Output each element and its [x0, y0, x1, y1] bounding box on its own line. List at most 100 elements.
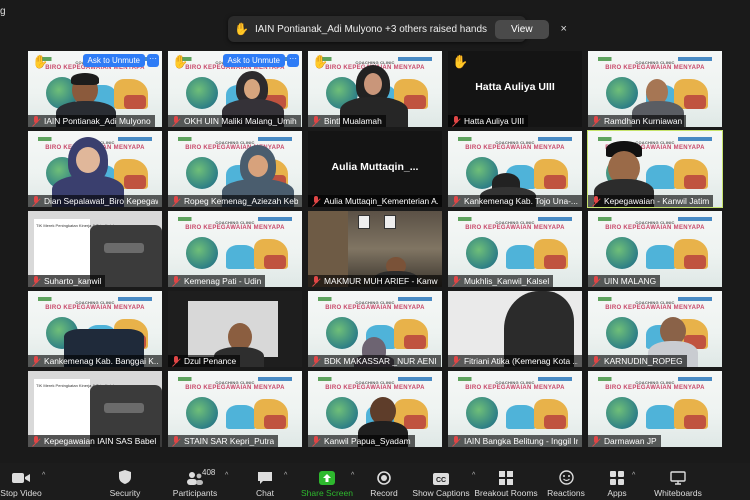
video-options-caret[interactable]: ^	[42, 472, 45, 479]
ask-to-unmute-button[interactable]: Ask to Unmute	[222, 54, 285, 67]
mic-muted-icon	[452, 276, 461, 286]
participants-count: 408	[202, 468, 216, 477]
security-button[interactable]: Security	[100, 463, 150, 500]
video-tile[interactable]: COACHING CLINICBIRO KEPEGAWAIAN MENYAPA …	[588, 51, 722, 127]
participant-name-bar: Kankemenag Kab. Tojo Una-...	[448, 195, 582, 207]
mic-muted-icon	[312, 356, 321, 366]
raised-hands-banner: ✋ IAIN Pontianak_Adi Mulyono +3 others r…	[228, 16, 567, 42]
record-icon	[377, 471, 391, 485]
video-tile[interactable]: Aulia Muttaqin_... Aulia Muttaqin_Kement…	[308, 131, 442, 207]
video-tile[interactable]: TIK Merek Peningkatan Kinerja & Tata Kel…	[28, 371, 162, 447]
corner-label: g	[0, 6, 6, 17]
share-options-caret[interactable]: ^	[351, 472, 354, 479]
video-tile[interactable]: COACHING CLINICBIRO KEPEGAWAIAN MENYAPA …	[308, 291, 442, 367]
participant-big-name: Hatta Auliya UIII	[475, 81, 555, 93]
participant-name-bar: Dian Sepalawati_Biro Kepegawai...	[28, 195, 162, 207]
mic-muted-icon	[592, 116, 601, 126]
video-tile[interactable]: COACHING CLINICBIRO KEPEGAWAIAN MENYAPA …	[28, 131, 162, 207]
video-tile[interactable]: COACHING CLINICBIRO KEPEGAWAIAN MENYAPA …	[168, 371, 302, 447]
participant-name-bar: Mukhlis_Kanwil_Kalsel	[448, 275, 554, 287]
mic-muted-icon	[32, 116, 41, 126]
video-tile[interactable]: Hatta Auliya UIII ✋ Hatta Auliya UIII	[448, 51, 582, 127]
shield-icon	[119, 470, 131, 484]
participant-name-bar: Ramdhan Kurniawan	[588, 115, 687, 127]
video-tile[interactable]: COACHING CLINICBIRO KEPEGAWAIAN MENYAPA …	[588, 291, 722, 367]
video-camera-icon	[12, 473, 30, 483]
mic-muted-icon	[32, 356, 41, 366]
video-tile[interactable]: Fitriani Atika (Kemenag Kota ...	[448, 291, 582, 367]
breakout-rooms-icon	[499, 471, 513, 485]
reactions-button[interactable]: Reactions	[545, 463, 587, 500]
mic-muted-icon	[452, 196, 461, 206]
participants-button[interactable]: 408 Participants	[167, 463, 223, 500]
apps-options-caret[interactable]: ^	[632, 472, 635, 479]
video-tile[interactable]: COACHING CLINICBIRO KEPEGAWAIAN MENYAPA …	[28, 291, 162, 367]
stop-video-button[interactable]: Stop Video	[0, 463, 42, 500]
chat-options-caret[interactable]: ^	[284, 472, 287, 479]
mic-muted-icon	[592, 196, 601, 206]
mic-muted-icon	[32, 196, 41, 206]
mic-muted-icon	[172, 356, 181, 366]
raised-hand-icon: ✋	[312, 54, 329, 69]
video-tile[interactable]: COACHING CLINICBIRO KEPEGAWAIAN MENYAPA …	[308, 51, 442, 127]
video-tile-active-speaker[interactable]: COACHING CLINIC BIRO KEPEGAWAIAN MENYAPA …	[587, 130, 723, 208]
participant-name-bar: Kepegawaian - Kanwil Jatim	[588, 195, 714, 207]
participant-name-bar: Kemenag Pati - Udin	[168, 275, 266, 287]
participant-name-bar: BDK MAKASSAR _NUR AENI	[308, 355, 441, 367]
participant-name-bar: Aulia Muttaqin_Kementerian A...	[308, 195, 442, 207]
participant-name-bar: Ropeg Kemenag_Aziezah Keb...	[168, 195, 302, 207]
breakout-rooms-button[interactable]: Breakout Rooms	[474, 463, 538, 500]
apps-button[interactable]: Apps	[604, 463, 630, 500]
video-tile[interactable]: MAKMUR MUH ARIEF - Kanwi...	[308, 211, 442, 287]
smiley-icon	[558, 470, 574, 485]
mic-muted-icon	[592, 276, 601, 286]
show-captions-button[interactable]: CC Show Captions	[412, 463, 470, 500]
chat-button[interactable]: Chat	[246, 463, 284, 500]
participant-name-bar: MAKMUR MUH ARIEF - Kanwi...	[308, 275, 442, 287]
mic-muted-icon	[172, 436, 181, 446]
video-tile[interactable]: COACHING CLINICBIRO KEPEGAWAIAN MENYAPA …	[448, 131, 582, 207]
participant-name-bar: STAIN SAR Kepri_Putra	[168, 435, 279, 447]
video-tile[interactable]: COACHING CLINICBIRO KEPEGAWAIAN MENYAPA …	[588, 211, 722, 287]
mic-muted-icon	[32, 436, 41, 446]
participant-name-bar: UIN MALANG	[588, 275, 661, 287]
participant-name-bar: Suharto_kanwil	[28, 275, 106, 287]
captions-options-caret[interactable]: ^	[472, 472, 475, 479]
whiteboard-icon	[670, 471, 686, 485]
video-tile[interactable]: COACHING CLINICBIRO KEPEGAWAIAN MENYAPA …	[308, 371, 442, 447]
mic-muted-icon	[452, 116, 461, 126]
apps-grid-icon	[610, 471, 624, 485]
mic-muted-icon	[592, 436, 601, 446]
participant-name-bar: Kanwil Papua_Syadam	[308, 435, 415, 447]
video-tile[interactable]: COACHING CLINICBIRO KEPEGAWAIAN MENYAPA …	[448, 211, 582, 287]
participant-name-bar: Hatta Auliya UIII	[448, 115, 529, 127]
video-tile[interactable]: COACHING CLINICBIRO KEPEGAWAIAN MENYAPA …	[168, 51, 302, 127]
more-options-button[interactable]: ···	[287, 54, 299, 67]
meeting-toolbar: Stop Video ^ Security 408 Participants ^…	[0, 463, 750, 500]
whiteboards-button[interactable]: Whiteboards	[652, 463, 704, 500]
video-tile[interactable]: TIK Merek Peningkatan Kinerja & Tata Kel…	[28, 211, 162, 287]
participants-options-caret[interactable]: ^	[225, 472, 228, 479]
participant-name-bar: Kepegawaian IAIN SAS Babel	[28, 435, 161, 447]
raised-hands-text: IAIN Pontianak_Adi Mulyono +3 others rai…	[254, 23, 488, 35]
ask-to-unmute-button[interactable]: Ask to Unmute	[82, 54, 145, 67]
participant-name-bar: IAIN Pontianak_Adi Mulyono	[28, 115, 155, 127]
record-button[interactable]: Record	[365, 463, 403, 500]
video-tile[interactable]: Dzul Penance	[168, 291, 302, 367]
raised-hand-icon: ✋	[234, 22, 249, 36]
video-tile[interactable]: COACHING CLINICBIRO KEPEGAWAIAN MENYAPA …	[168, 131, 302, 207]
video-tile[interactable]: COACHING CLINICBIRO KEPEGAWAIAN MENYAPA …	[168, 211, 302, 287]
close-icon[interactable]: ×	[561, 23, 567, 35]
participant-name-bar: Bintl Mualamah	[308, 115, 386, 127]
video-tile[interactable]: COACHING CLINICBIRO KEPEGAWAIAN MENYAPA …	[448, 371, 582, 447]
mic-muted-icon	[172, 196, 181, 206]
mic-muted-icon	[312, 196, 321, 206]
video-tile[interactable]: COACHING CLINICBIRO KEPEGAWAIAN MENYAPA …	[28, 51, 162, 127]
participant-name-bar: KARNUDIN_ROPEG	[588, 355, 687, 367]
mic-muted-icon	[312, 116, 321, 126]
mic-muted-icon	[592, 356, 601, 366]
share-screen-button[interactable]: Share Screen	[301, 463, 353, 500]
more-options-button[interactable]: ···	[147, 54, 159, 67]
video-tile[interactable]: COACHING CLINICBIRO KEPEGAWAIAN MENYAPA …	[588, 371, 722, 447]
view-button[interactable]: View	[495, 19, 549, 39]
